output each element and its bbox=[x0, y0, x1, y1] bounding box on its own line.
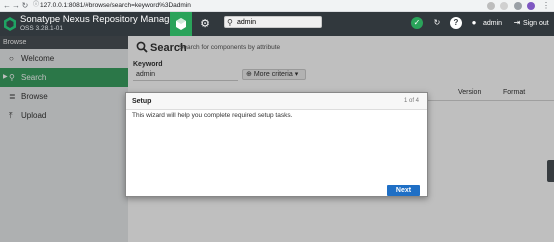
star-icon[interactable] bbox=[487, 2, 495, 10]
nexus-logo-icon bbox=[4, 17, 16, 31]
header-search-input[interactable]: admin bbox=[237, 18, 256, 27]
browser-toolbar: ← → ↻ ⓘ 127.0.0.1:8081/#browse/search=ke… bbox=[0, 0, 554, 12]
setup-dialog: Setup 1 of 4 This wizard will help you c… bbox=[125, 92, 428, 197]
refresh-icon[interactable]: ↻ bbox=[431, 17, 443, 29]
info-icon[interactable]: ⓘ bbox=[33, 2, 39, 9]
status-check-icon[interactable]: ✓ bbox=[411, 17, 423, 29]
gear-icon[interactable]: ⚙ bbox=[198, 17, 212, 31]
signout-link[interactable]: Sign out bbox=[523, 19, 549, 28]
browse-mode-button[interactable] bbox=[170, 12, 192, 36]
search-icon: ⚲ bbox=[227, 18, 233, 27]
reload-icon[interactable]: ↻ bbox=[20, 1, 30, 11]
user-menu[interactable]: admin bbox=[483, 19, 502, 28]
profile-icon[interactable] bbox=[514, 2, 522, 10]
address-bar[interactable]: 127.0.0.1:8081/#browse/search=keyword%3D… bbox=[40, 1, 191, 11]
cube-icon bbox=[176, 18, 186, 30]
dialog-message: This wizard will help you complete requi… bbox=[132, 112, 293, 119]
dialog-header: Setup 1 of 4 bbox=[126, 93, 427, 110]
dialog-title: Setup bbox=[132, 98, 152, 105]
header-search-field[interactable]: ⚲ admin bbox=[224, 16, 322, 28]
signout-icon[interactable]: ⇥ bbox=[511, 17, 523, 29]
help-icon[interactable]: ? bbox=[450, 17, 462, 29]
dialog-step-indicator: 1 of 4 bbox=[403, 98, 419, 104]
user-icon[interactable]: ● bbox=[468, 17, 480, 29]
next-button[interactable]: Next bbox=[387, 185, 420, 196]
app-version: OSS 3.28.1-01 bbox=[20, 25, 63, 32]
app-title: Sonatype Nexus Repository Manager bbox=[20, 14, 178, 25]
extension-icon[interactable] bbox=[500, 2, 508, 10]
menu-icon[interactable]: ⋮ bbox=[541, 1, 551, 11]
profile-avatar[interactable] bbox=[527, 2, 535, 10]
